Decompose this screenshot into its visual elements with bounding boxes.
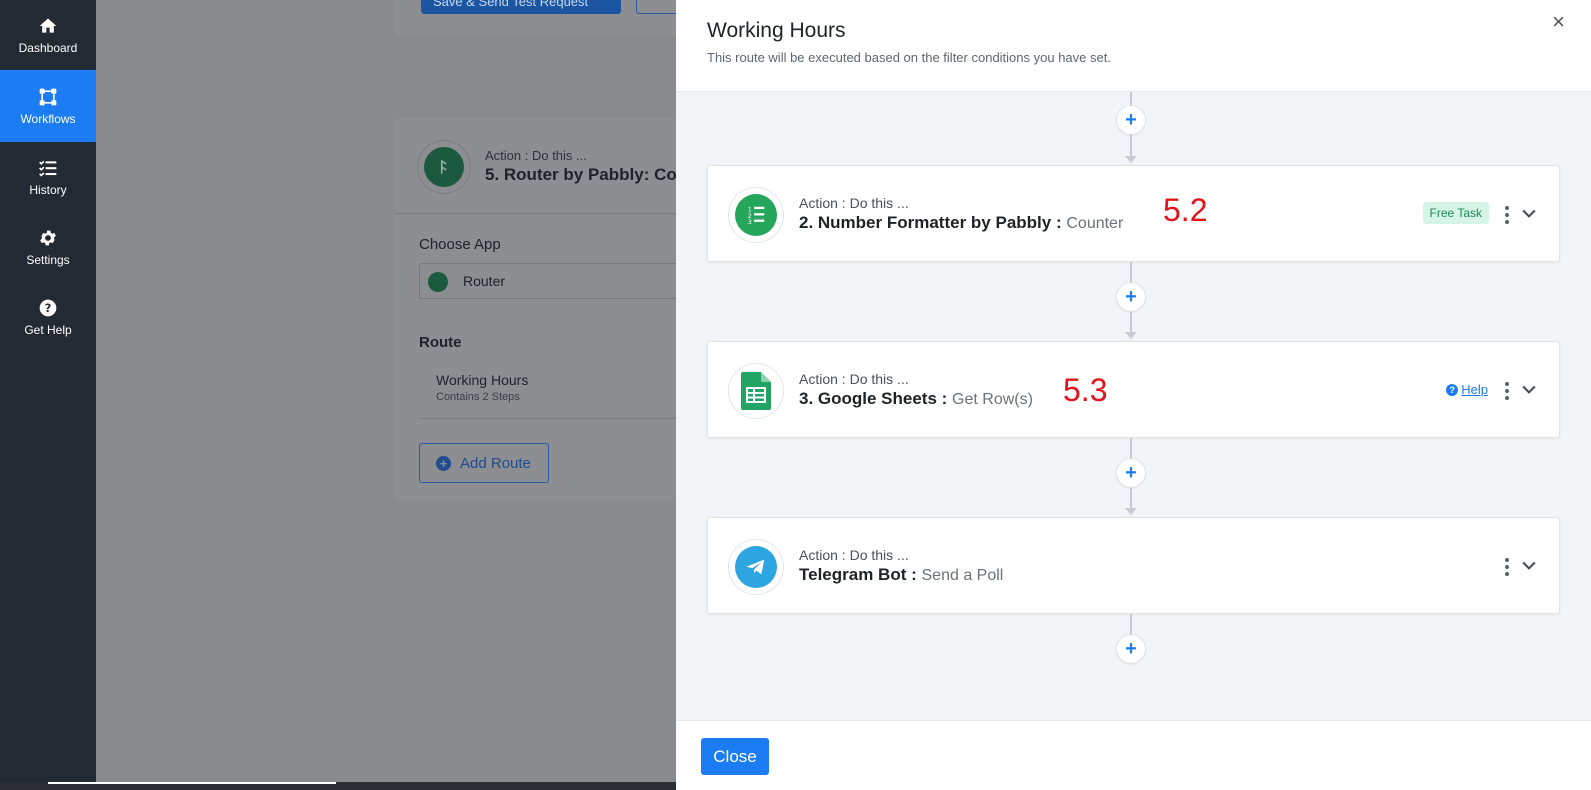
add-step-button[interactable]: + <box>1116 105 1146 135</box>
step-action-label: Action : Do this ... <box>799 371 909 387</box>
step-card-telegram-bot[interactable]: Action : Do this ... Telegram Bot : Send… <box>707 517 1560 614</box>
chevron-down-icon[interactable] <box>1519 203 1539 223</box>
router-icon <box>440 159 447 174</box>
scrollbar-track <box>48 782 336 784</box>
step-action-label: Action : Do this ... <box>799 547 909 563</box>
telegram-icon <box>746 559 765 575</box>
step-card-number-formatter[interactable]: 1 2 3 Action : Do this ... 2. Number For… <box>707 165 1560 262</box>
app-icon-wrapper <box>728 539 784 595</box>
annotation-label: 5.2 <box>1163 192 1208 228</box>
step-app-name: Telegram Bot : <box>799 565 917 584</box>
question-icon: ? <box>1446 383 1459 396</box>
sidebar-item-label: Workflows <box>20 111 76 126</box>
step-event-name: Get Row(s) <box>952 391 1033 408</box>
sidebar-item-get-help[interactable]: ? Get Help <box>0 282 96 352</box>
router-app-icon <box>417 140 471 194</box>
arrow-down-icon <box>1125 156 1137 163</box>
annotation-label: 5.3 <box>1063 372 1108 408</box>
home-icon <box>39 18 57 33</box>
question-icon: ? <box>39 299 57 316</box>
route-panel: Working Hours This route will be execute… <box>676 0 1591 790</box>
sidebar-item-history[interactable]: History <box>0 142 96 212</box>
add-step-button[interactable]: + <box>1116 458 1146 488</box>
app-icon-wrapper <box>728 363 784 419</box>
add-route-button: + Add Route <box>419 443 549 483</box>
sidebar-item-label: Dashboard <box>18 40 78 55</box>
sidebar: Dashboard Workflows History Settings ? G… <box>0 0 96 790</box>
kebab-menu-icon[interactable] <box>1503 204 1511 226</box>
save-send-test-button: Save & Send Test Request <box>421 0 621 14</box>
chevron-down-icon[interactable] <box>1519 379 1539 399</box>
step-card-google-sheets[interactable]: Action : Do this ... 3. Google Sheets : … <box>707 341 1560 438</box>
add-step-button[interactable]: + <box>1116 282 1146 312</box>
add-step-button[interactable]: + <box>1116 634 1146 664</box>
sidebar-item-label: History <box>29 182 67 197</box>
sidebar-item-label: Get Help <box>24 322 72 337</box>
selected-app-text: Router <box>463 273 506 289</box>
route-name: Working Hours <box>436 372 529 388</box>
sidebar-item-workflows[interactable]: Workflows <box>0 70 96 142</box>
google-sheets-icon <box>741 372 771 410</box>
workflow-icon <box>39 88 57 105</box>
router-small-icon <box>428 272 448 292</box>
gear-icon <box>40 230 56 245</box>
free-task-badge: Free Task <box>1422 202 1489 224</box>
sidebar-item-dashboard[interactable]: Dashboard <box>0 0 96 70</box>
step-action-label: Action : Do this ... <box>799 195 909 211</box>
step-event-name: Counter <box>1066 215 1124 232</box>
router-action-label: Action : Do this ... <box>485 148 587 163</box>
plus-circle-icon: + <box>436 455 451 471</box>
help-label: Help <box>1461 382 1488 397</box>
sidebar-item-settings[interactable]: Settings <box>0 212 96 282</box>
step-title: 3. Google Sheets : Get Row(s) <box>799 389 1033 409</box>
kebab-menu-icon[interactable] <box>1503 556 1511 578</box>
close-button[interactable]: Close <box>701 738 769 775</box>
panel-header: Working Hours This route will be execute… <box>676 0 1591 92</box>
app-icon-wrapper: 1 2 3 <box>728 187 784 243</box>
close-icon[interactable]: × <box>1552 11 1565 33</box>
arrow-down-icon <box>1125 332 1137 339</box>
router-step-title: 5. Router by Pabbly: Co <box>485 165 676 184</box>
choose-app-select: Router <box>419 263 676 299</box>
help-link[interactable]: ? Help <box>1446 382 1488 397</box>
add-route-label: Add Route <box>460 454 531 472</box>
route-heading: Route <box>419 334 462 351</box>
number-formatter-icon: 1 2 3 <box>748 205 765 226</box>
step-title: 2. Number Formatter by Pabbly : Counter <box>799 213 1123 233</box>
step-app-name: 3. Google Sheets : <box>799 389 948 408</box>
panel-title: Working Hours <box>707 19 846 42</box>
arrow-down-icon <box>1125 508 1137 515</box>
chevron-down-icon[interactable] <box>1519 555 1539 575</box>
svg-text:3: 3 <box>748 218 752 226</box>
choose-app-label: Choose App <box>419 236 501 253</box>
bottom-strip <box>0 782 676 790</box>
svg-text:?: ? <box>45 301 52 315</box>
panel-subtitle: This route will be executed based on the… <box>707 50 1111 65</box>
route-steps-count: Contains 2 Steps <box>436 391 520 403</box>
step-title: Telegram Bot : Send a Poll <box>799 565 1003 585</box>
divider <box>419 418 676 419</box>
panel-footer: Close <box>676 720 1591 790</box>
step-event-name: Send a Poll <box>921 567 1004 584</box>
router-step-card: Action : Do this ... 5. Router by Pabbly… <box>395 118 676 502</box>
secondary-save-button <box>636 0 676 14</box>
step-app-name: 2. Number Formatter by Pabbly : <box>799 213 1062 232</box>
workflow-canvas-dimmed: Save & Send Test Request Action : Do thi… <box>96 0 676 790</box>
router-step-header: Action : Do this ... 5. Router by Pabbly… <box>395 118 676 214</box>
history-list-icon <box>39 160 57 177</box>
kebab-menu-icon[interactable] <box>1503 380 1511 402</box>
sidebar-item-label: Settings <box>26 252 70 267</box>
